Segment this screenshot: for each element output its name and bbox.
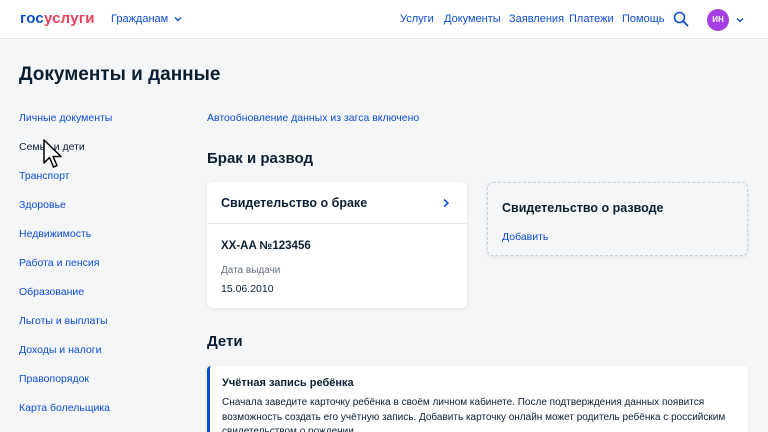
child-notice-text: Сначала заведите карточку ребёнка в своё… — [222, 397, 726, 432]
add-divorce-link[interactable]: Добавить — [502, 231, 548, 243]
child-notice-title: Учётная запись ребёнка — [222, 377, 354, 389]
marriage-card-header[interactable]: Свидетельство о браке — [207, 182, 467, 224]
marriage-heading: Брак и развод — [207, 150, 314, 167]
divorce-certificate-card: Свидетельство о разводе Добавить — [487, 182, 748, 256]
sidebar-item-law[interactable]: Правопорядок — [19, 373, 89, 385]
sidebar-item-work-pension[interactable]: Работа и пенсия — [19, 257, 99, 269]
marriage-card-title: Свидетельство о браке — [221, 196, 368, 210]
autoupdate-link[interactable]: Автообновление данных из загса включено — [207, 112, 419, 124]
sidebar-item-benefits[interactable]: Льготы и выплаты — [19, 315, 108, 327]
children-heading: Дети — [207, 333, 243, 350]
sidebar-item-fan-card[interactable]: Карта болельщика — [19, 402, 110, 414]
page-title: Документы и данные — [19, 64, 221, 85]
top-header: госуслуги Гражданам Услуги Документы Зая… — [0, 0, 768, 39]
sidebar-item-income-taxes[interactable]: Доходы и налоги — [19, 344, 101, 356]
issue-date-value: 15.06.2010 — [221, 283, 274, 295]
sidebar-item-real-estate[interactable]: Недвижимость — [19, 228, 91, 240]
mouse-cursor-icon — [43, 139, 62, 168]
nav-payments[interactable]: Платежи — [569, 13, 614, 25]
certificate-number: XX-AA №123456 — [221, 240, 311, 252]
sidebar-item-health[interactable]: Здоровье — [19, 199, 66, 211]
nav-documents[interactable]: Документы — [444, 13, 501, 25]
issue-date-label: Дата выдачи — [221, 265, 281, 276]
nav-applications[interactable]: Заявления — [509, 13, 564, 25]
sidebar-item-personal-documents[interactable]: Личные документы — [19, 112, 112, 124]
marriage-certificate-card[interactable]: Свидетельство о браке XX-AA №123456 Дата… — [207, 182, 467, 308]
nav-services[interactable]: Услуги — [400, 13, 434, 25]
nav-help[interactable]: Помощь — [622, 13, 665, 25]
child-account-notice: Учётная запись ребёнка Сначала заведите … — [207, 366, 748, 432]
chevron-right-icon — [443, 198, 450, 208]
avatar[interactable]: ИН — [707, 9, 729, 31]
audience-dropdown[interactable]: Гражданам — [111, 13, 183, 25]
sidebar-item-education[interactable]: Образование — [19, 286, 84, 298]
sidebar-item-transport[interactable]: Транспорт — [19, 170, 70, 182]
chevron-down-icon[interactable] — [735, 15, 745, 25]
divorce-card-title: Свидетельство о разводе — [502, 201, 664, 215]
audience-label: Гражданам — [111, 13, 169, 25]
chevron-down-icon — [174, 17, 182, 22]
search-icon[interactable] — [673, 11, 689, 27]
gosuslugi-logo[interactable]: госуслуги — [20, 10, 95, 27]
